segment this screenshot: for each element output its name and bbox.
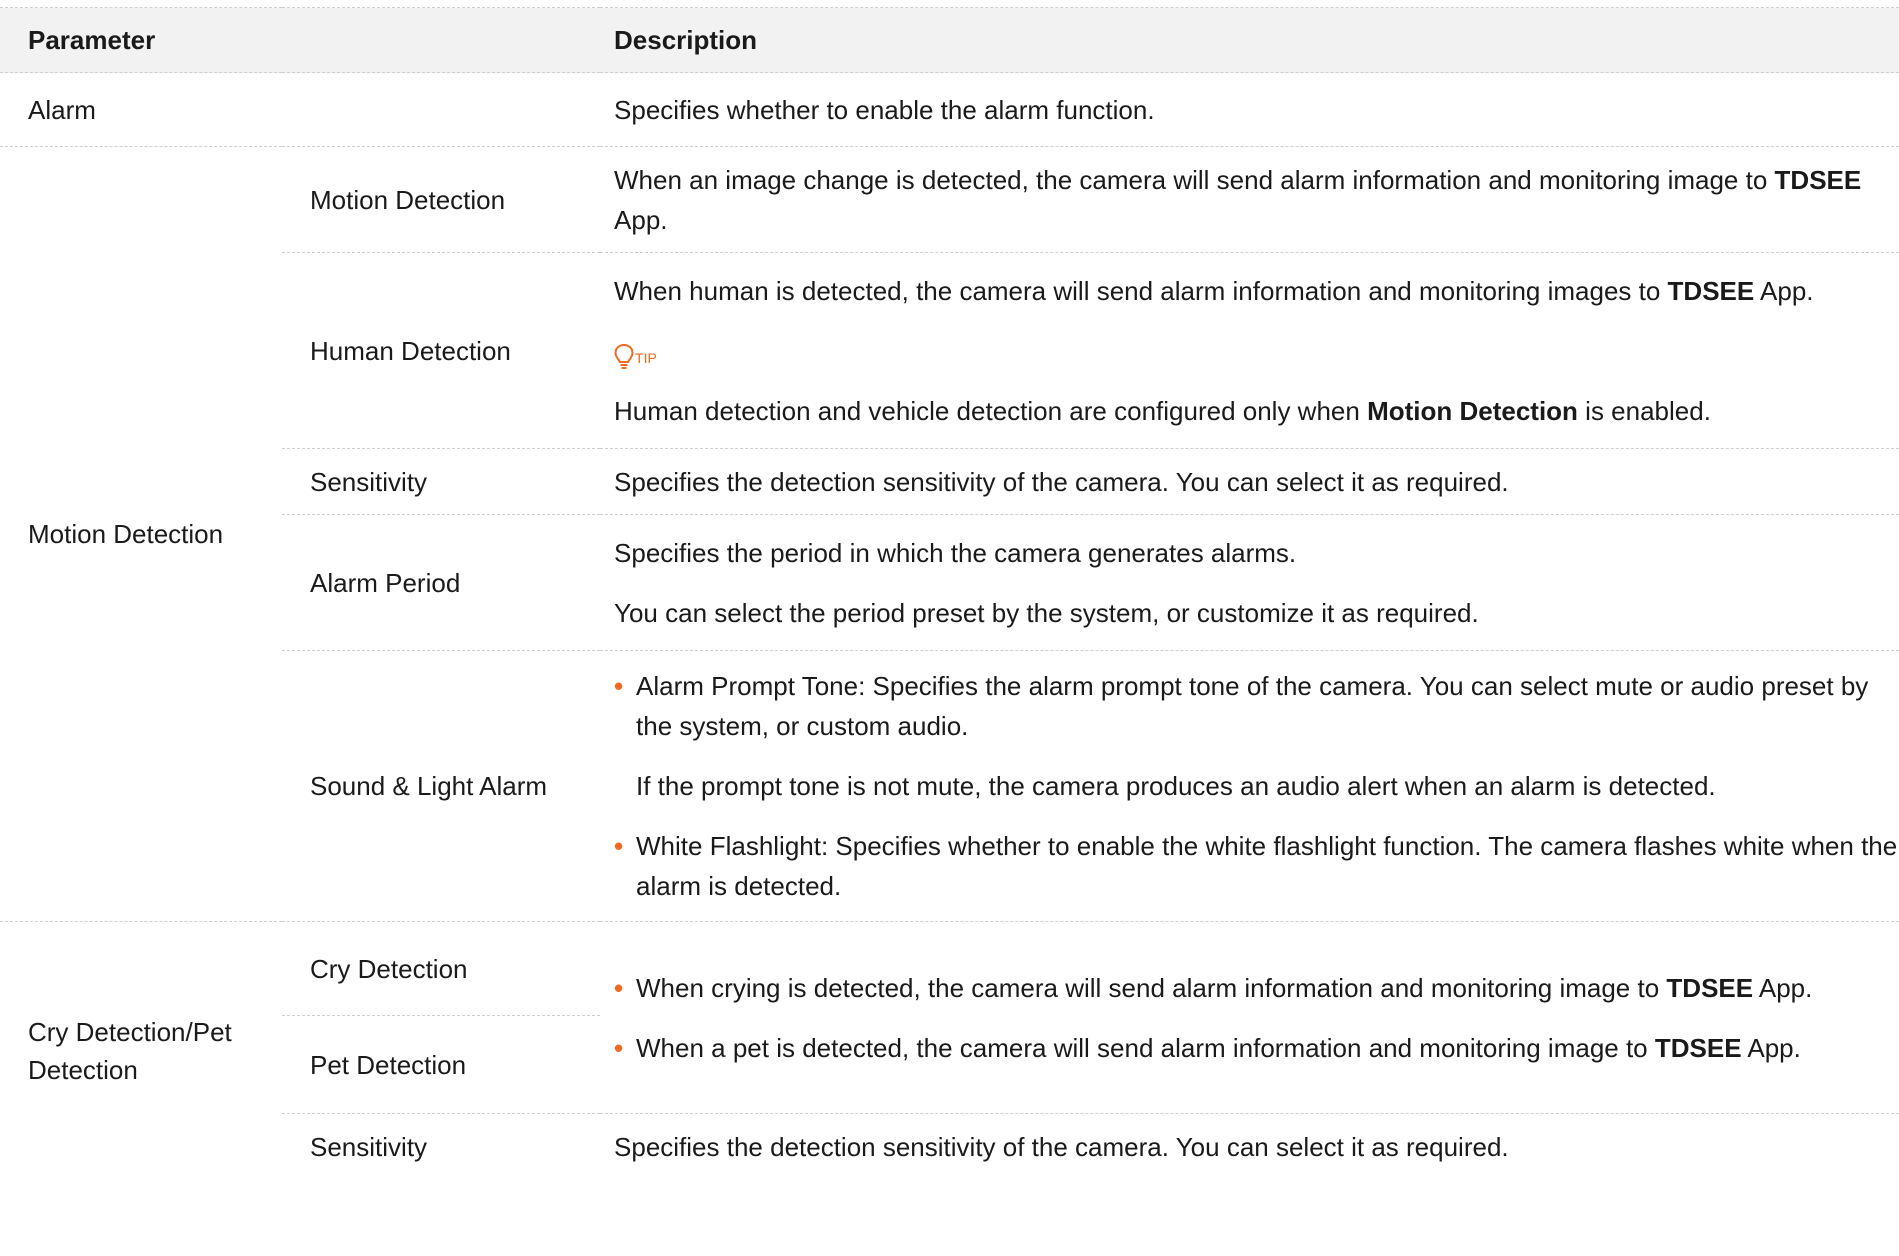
param-human-detection: Human Detection (282, 252, 601, 449)
param-sound-light-alarm: Sound & Light Alarm (282, 650, 601, 922)
table-row: Sensitivity Specifies the detection sens… (0, 1113, 1899, 1180)
parameter-table: Parameter Description Alarm Specifies wh… (0, 7, 1899, 1180)
table-row: Sensitivity Specifies the detection sens… (0, 448, 1899, 515)
table-row: Sound & Light Alarm • Alarm Prompt Tone: … (0, 650, 1899, 922)
param-pet-detection: Pet Detection (282, 1015, 601, 1114)
desc-sensitivity: Specifies the detection sensitivity of t… (600, 448, 1899, 515)
tip-callout: TIP (614, 331, 1899, 371)
desc-alarm: Specifies whether to enable the alarm fu… (600, 72, 1899, 147)
table-row: Alarm Specifies whether to enable the al… (0, 72, 1899, 147)
group-motion-detection: Motion Detection (0, 146, 282, 922)
desc-motion-detection: When an image change is detected, the ca… (600, 146, 1899, 253)
param-alarm: Alarm (0, 72, 601, 147)
lightbulb-icon (614, 343, 634, 369)
list-item: • When a pet is detected, the camera will… (614, 1028, 1899, 1068)
desc-alarm-period: Specifies the period in which the camera… (600, 514, 1899, 651)
bullet-dot: • (614, 972, 624, 1003)
list-item: • Alarm Prompt Tone: Specifies the alarm … (614, 666, 1899, 746)
param-motion-detection: Motion Detection (282, 146, 601, 253)
table-row: Alarm Period Specifies the period in whi… (0, 514, 1899, 651)
list-item: • White Flashlight: Specifies whether to … (614, 826, 1899, 906)
bullet-dot: • (614, 1032, 624, 1063)
desc-cry-pet-detection: • When crying is detected, the camera wil… (600, 922, 1899, 1114)
group-cry-pet-detection: Cry Detection/Pet Detection (28, 1016, 232, 1085)
table-row: Motion Detection Motion Detection When a… (0, 146, 1899, 922)
table-row: Human Detection When human is detected, … (0, 252, 1899, 449)
desc-sound-light-alarm: • Alarm Prompt Tone: Specifies the alarm … (600, 650, 1899, 922)
list-item: • When crying is detected, the camera wil… (614, 968, 1899, 1008)
header-parameter: Parameter (0, 7, 601, 73)
bullet-dot: • (614, 831, 624, 861)
param-sensitivity: Sensitivity (282, 448, 601, 515)
param-sensitivity-2: Sensitivity (310, 1131, 428, 1162)
param-alarm-period: Alarm Period (282, 514, 601, 651)
tip-label: TIP (635, 349, 657, 366)
param-cry-detection: Cry Detection (282, 921, 601, 1016)
bullet-dot: • (614, 671, 624, 701)
header-description: Description (600, 7, 1899, 73)
desc-human-detection: When human is detected, the camera will … (600, 252, 1899, 449)
desc-sensitivity-2: Specifies the detection sensitivity of t… (600, 1113, 1899, 1180)
table-header-row: Parameter Description (0, 7, 1899, 73)
table-row: Cry Detection/Pet Detection Cry Detectio… (0, 921, 1899, 1085)
